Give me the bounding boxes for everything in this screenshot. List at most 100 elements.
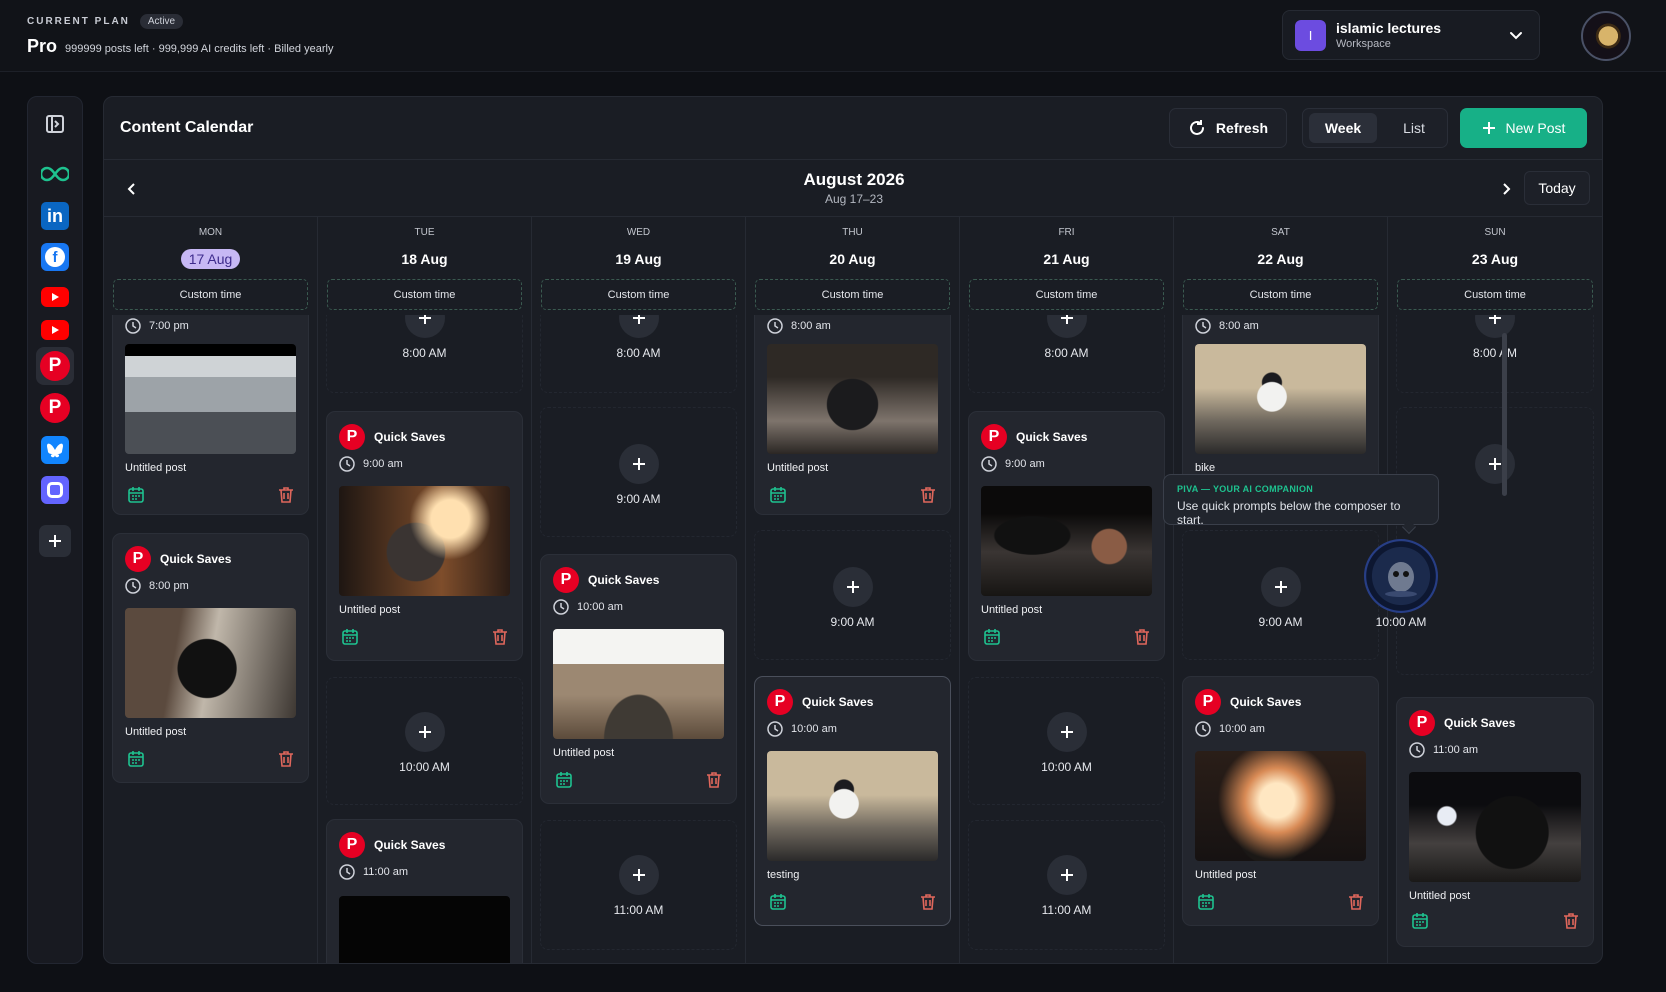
add-channel-button[interactable]	[36, 522, 74, 560]
channel-bluesky[interactable]	[36, 431, 74, 469]
custom-time-button[interactable]: Custom time	[755, 279, 950, 310]
slot-time: 8:00 AM	[402, 346, 447, 360]
plus-icon	[39, 525, 71, 557]
trash-icon[interactable]	[1134, 628, 1150, 646]
calendar-icon[interactable]	[555, 771, 573, 789]
channel-youtube-2[interactable]	[36, 311, 74, 349]
empty-slot[interactable]: 10:00 AM	[326, 677, 523, 805]
sidebar-toggle-button[interactable]	[36, 105, 74, 143]
custom-time-button[interactable]: Custom time	[541, 279, 736, 310]
trash-icon[interactable]	[1348, 893, 1364, 911]
calendar-icon[interactable]	[127, 486, 145, 504]
trash-icon[interactable]	[706, 771, 722, 789]
empty-slot[interactable]: 9:00 AM	[754, 530, 951, 660]
post-thumbnail	[339, 896, 510, 963]
calendar-icon[interactable]	[1197, 893, 1215, 911]
channel-linkedin[interactable]: in	[36, 197, 74, 235]
add-post-button[interactable]	[404, 712, 445, 752]
workspace-switcher[interactable]: I islamic lectures Workspace	[1282, 10, 1540, 60]
post-card[interactable]: P Quick Saves 9:00 am Untitled post	[968, 411, 1165, 661]
post-card[interactable]: P Quick Saves 10:00 am Untitled post	[540, 554, 737, 804]
post-caption: Untitled post	[339, 604, 401, 616]
next-week-button[interactable]	[1496, 178, 1518, 200]
trash-icon[interactable]	[278, 750, 294, 768]
empty-slot[interactable]: 8:00 AM	[326, 315, 523, 393]
today-button[interactable]: Today	[1524, 171, 1590, 205]
add-post-button[interactable]	[404, 315, 445, 338]
calendar-icon[interactable]	[769, 486, 787, 504]
custom-time-button[interactable]: Custom time	[327, 279, 522, 310]
post-time-label: 9:00 am	[1005, 458, 1045, 470]
day-date: 22 Aug	[1257, 251, 1304, 267]
youtube-icon	[41, 287, 69, 307]
calendar-icon[interactable]	[1411, 912, 1429, 930]
empty-slot[interactable]: 9:00 AM	[1182, 530, 1379, 660]
day-slots: 8:00 am Untitled post 9:00 AM P Quick Sav…	[746, 315, 959, 963]
post-card[interactable]: P Quick Saves 11:00 am Untitled post	[1396, 697, 1594, 947]
post-card[interactable]: 8:00 am Untitled post	[754, 315, 951, 515]
trash-icon[interactable]	[492, 628, 508, 646]
post-card[interactable]: P Quick Saves 10:00 am Untitled post	[1182, 676, 1379, 926]
empty-slot[interactable]: 10:00 AM	[968, 677, 1165, 805]
add-post-button[interactable]	[618, 315, 659, 338]
chevron-right-icon	[1503, 183, 1511, 195]
post-card[interactable]: 7:00 pm Untitled post	[112, 315, 309, 515]
trash-icon[interactable]	[920, 486, 936, 504]
channel-pinterest-2[interactable]: P	[36, 389, 74, 427]
view-week-tab[interactable]: Week	[1309, 113, 1377, 143]
trash-icon[interactable]	[920, 893, 936, 911]
add-post-button[interactable]	[1046, 855, 1087, 895]
slot-time: 9:00 AM	[1258, 615, 1303, 629]
post-time: 10:00 am	[1195, 721, 1265, 737]
channel-facebook[interactable]: f	[36, 238, 74, 276]
post-thumbnail	[1195, 751, 1366, 861]
calendar-icon[interactable]	[341, 628, 359, 646]
trash-icon[interactable]	[278, 486, 294, 504]
add-post-button[interactable]	[618, 444, 659, 484]
add-post-button[interactable]	[832, 567, 873, 607]
custom-time-button[interactable]: Custom time	[1397, 279, 1593, 310]
content-calendar-panel: Content Calendar Refresh Week List New P…	[103, 96, 1603, 964]
empty-slot[interactable]: 11:00 AM	[540, 820, 737, 950]
slot-time: 9:00 AM	[830, 615, 875, 629]
empty-slot[interactable]: 8:00 AM	[540, 315, 737, 393]
calendar-icon[interactable]	[983, 628, 1001, 646]
custom-time-button[interactable]: Custom time	[969, 279, 1164, 310]
day-date: 21 Aug	[1043, 251, 1090, 267]
custom-time-button[interactable]: Custom time	[113, 279, 308, 310]
post-card[interactable]: P Quick Saves 11:00 am	[326, 819, 523, 963]
channel-all[interactable]	[36, 155, 74, 193]
post-account: P Quick Saves	[1409, 710, 1515, 736]
add-post-button[interactable]	[1046, 315, 1087, 338]
empty-slot[interactable]: 8:00 AM	[1396, 315, 1594, 393]
add-post-button[interactable]	[1260, 567, 1301, 607]
channel-mastodon[interactable]	[36, 471, 74, 509]
post-account: P Quick Saves	[767, 689, 873, 715]
post-account-name: Quick Saves	[1444, 716, 1516, 730]
add-post-button[interactable]	[1475, 444, 1515, 484]
post-time: 8:00 pm	[125, 578, 189, 594]
empty-slot[interactable]: 11:00 AM	[968, 820, 1165, 950]
post-card[interactable]: P Quick Saves 8:00 pm Untitled post	[112, 533, 309, 783]
add-post-button[interactable]	[1475, 315, 1515, 338]
day-column-mon: MON 17 Aug Custom time 7:00 pm Untitled …	[104, 217, 318, 963]
post-card[interactable]: P Quick Saves 9:00 am Untitled post	[326, 411, 523, 661]
add-post-button[interactable]	[618, 855, 659, 895]
calendar-icon[interactable]	[769, 893, 787, 911]
custom-time-button[interactable]: Custom time	[1183, 279, 1378, 310]
channel-pinterest-1[interactable]: P	[36, 347, 74, 385]
post-time-label: 7:00 pm	[149, 320, 189, 332]
post-card[interactable]: P Quick Saves 10:00 am testing	[754, 676, 951, 926]
empty-slot[interactable]: 9:00 AM	[540, 407, 737, 537]
ai-companion-bot-button[interactable]	[1364, 539, 1438, 613]
add-post-button[interactable]	[1046, 712, 1087, 752]
empty-slot[interactable]: 8:00 AM	[968, 315, 1165, 393]
refresh-button[interactable]: Refresh	[1169, 108, 1287, 148]
new-post-button[interactable]: New Post	[1460, 108, 1587, 148]
user-avatar[interactable]	[1581, 11, 1631, 61]
calendar-icon[interactable]	[127, 750, 145, 768]
calendar-scrollbar[interactable]	[1502, 333, 1507, 496]
view-list-tab[interactable]: List	[1387, 113, 1441, 143]
post-thumbnail	[1195, 344, 1366, 454]
trash-icon[interactable]	[1563, 912, 1579, 930]
